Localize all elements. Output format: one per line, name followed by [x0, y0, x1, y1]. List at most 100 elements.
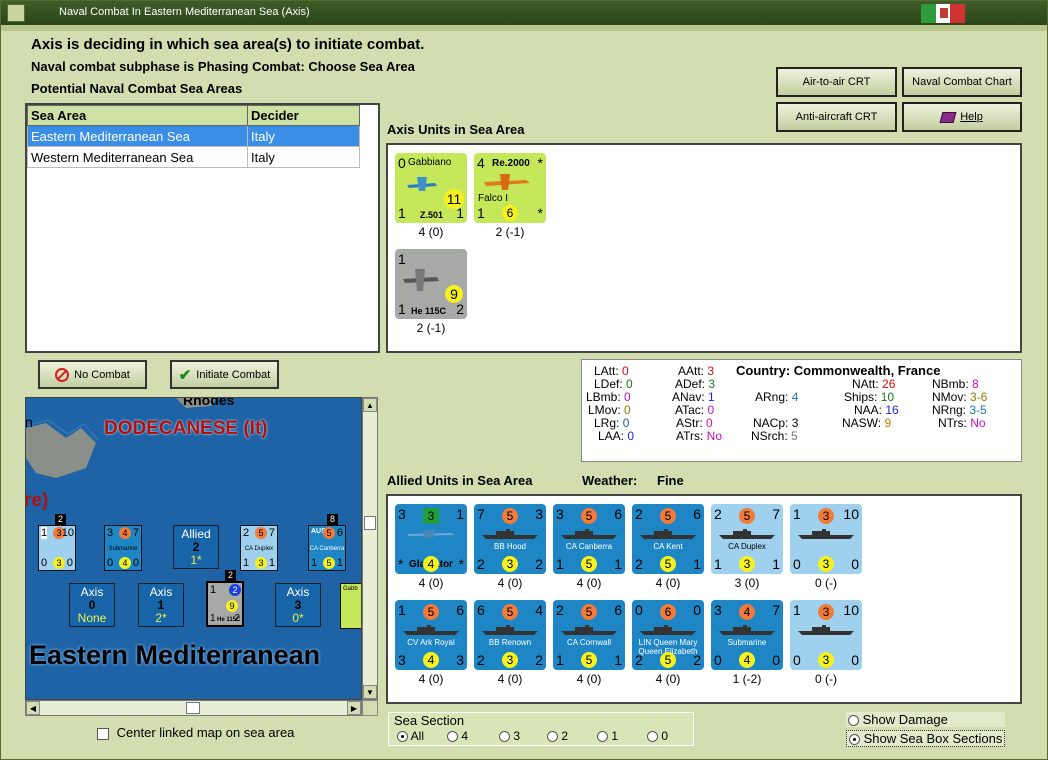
decider-cell[interactable]: Italy — [247, 146, 360, 168]
table-row[interactable]: Western Mediterranean Sea Italy — [27, 146, 360, 168]
map-unit-counter[interactable]: 1 2 9 1 He 115C 2 — [206, 581, 244, 627]
stat-ntrs: NTrs: No — [938, 416, 986, 430]
counter-value: 0 — [398, 155, 406, 171]
show-damage-option[interactable]: Show Damage — [846, 712, 1006, 727]
table-row[interactable]: Eastern Mediterranean Sea Italy — [27, 125, 360, 147]
attack-dot: 5 — [739, 508, 755, 524]
stat-label: NRng: — [932, 403, 967, 417]
sea-map[interactable]: Rhodes DODECANESE (It) n re) 1 3 10 0 3 … — [25, 397, 362, 700]
map-unit-counter[interactable]: 3 4 7 Submarine 0 4 0 — [104, 525, 142, 571]
stat-nrng: NRng: 3-5 — [932, 403, 987, 417]
allied-unit-counter[interactable]: 2 5 7 CA Duplex 1 3 1 — [711, 504, 783, 574]
axis-box-3[interactable]: Axis 3 0* — [275, 583, 321, 627]
map-unit-counter[interactable]: 1 3 10 0 3 0 — [38, 525, 76, 571]
defense-dot: 3 — [502, 556, 518, 572]
scroll-down-arrow[interactable]: ▼ — [363, 685, 377, 699]
help-button[interactable]: Help — [902, 102, 1022, 132]
naval-combat-chart-button[interactable]: Naval Combat Chart — [902, 67, 1022, 97]
allied-unit-counter[interactable]: 6 5 4 BB Renown 2 3 2 — [474, 600, 546, 670]
stat-label: LBmb: — [586, 390, 621, 404]
column-header-decider[interactable]: Decider — [247, 105, 360, 126]
counter-value: 1 — [268, 557, 275, 569]
center-linked-option[interactable]: Center linked map on sea area — [97, 725, 294, 740]
radio-button[interactable] — [848, 715, 859, 727]
radio-button[interactable] — [499, 731, 510, 743]
scroll-up-arrow[interactable]: ▲ — [363, 398, 377, 412]
map-vertical-scrollbar[interactable]: ▲ ▼ — [362, 397, 378, 700]
map-horizontal-scrollbar[interactable]: ◀ ▶ — [25, 700, 362, 716]
counter-value: 0 — [132, 557, 139, 569]
stat-nasw: NASW: 9 — [842, 416, 891, 430]
unit-name: CV Ark Royal — [407, 638, 455, 647]
allied-unit-counter[interactable]: 3 4 7 Submarine 0 4 0 — [711, 600, 783, 670]
scroll-thumb[interactable] — [364, 516, 376, 530]
decider-cell[interactable]: Italy — [247, 125, 360, 147]
attack-dot: 5 — [502, 604, 518, 620]
allied-unit-counter[interactable]: 331Gladiator*4* — [395, 504, 467, 574]
stat-value: 0 — [706, 416, 713, 430]
counter-value: 5 — [323, 557, 335, 569]
box-sub: None — [77, 611, 107, 625]
counter-value: 6 — [456, 602, 464, 618]
allied-unit-counter[interactable]: 1 3 10 0 3 0 — [790, 504, 862, 574]
counter-value: 7 — [268, 527, 275, 539]
anti-aircraft-crt-button[interactable]: Anti-aircraft CRT — [776, 102, 897, 132]
stat-value: 0 — [624, 390, 631, 404]
sea-section-option-3[interactable]: 3 — [499, 729, 520, 743]
stat-lrg: LRg: 0 — [594, 416, 629, 430]
center-linked-checkbox[interactable] — [97, 727, 109, 740]
no-combat-button[interactable]: No Combat — [38, 360, 147, 389]
sea-section-option-2[interactable]: 2 — [547, 729, 568, 743]
unit-subname: Falco I — [478, 193, 509, 204]
unit-subname: He 115C — [411, 306, 447, 316]
stat-adef: ADef: 3 — [675, 377, 715, 391]
stat-atrs: ATrs: No — [676, 429, 722, 443]
stat-value: 3 — [791, 416, 799, 430]
allied-unit-counter[interactable]: 1 5 6 CV Ark Royal 3 4 3 — [395, 600, 467, 670]
axis-unit-counter[interactable]: 1 2 9 1 He 115C 2 — [395, 249, 467, 319]
map-unit-counter[interactable]: AUS 5 6 CA Canberra 1 5 1 — [308, 525, 346, 571]
sea-section-option-all[interactable]: All — [397, 729, 424, 743]
sea-area-cell[interactable]: Western Mediterranean Sea — [27, 146, 248, 168]
allied-unit-counter[interactable]: 0 6 0 LIN Queen Mary Queen Elizabeth 2 5 2 — [632, 600, 704, 670]
counter-value: 5 — [323, 527, 335, 539]
sea-area-cell[interactable]: Eastern Mediterranean Sea — [27, 125, 248, 147]
counter-value: 4 — [119, 557, 131, 569]
sea-section-option-0[interactable]: 0 — [647, 729, 668, 743]
allied-unit-counter[interactable]: 1 3 10 0 3 0 — [790, 600, 862, 670]
scroll-thumb[interactable] — [186, 702, 200, 714]
radio-button[interactable] — [647, 731, 658, 743]
radio-button[interactable] — [447, 731, 458, 743]
scroll-left-arrow[interactable]: ◀ — [26, 701, 40, 715]
scroll-right-arrow[interactable]: ▶ — [347, 701, 361, 715]
radio-label: 3 — [513, 729, 521, 743]
axis-box-0[interactable]: Axis 0 None — [69, 583, 115, 627]
allied-unit-counter[interactable]: 2 5 6 CA Cornwall 1 5 1 — [553, 600, 625, 670]
air-to-air-crt-button[interactable]: Air-to-air CRT — [776, 67, 897, 97]
initiate-combat-button[interactable]: ✔ Initiate Combat — [170, 360, 279, 389]
allied-unit-counter[interactable]: 3 5 6 CA Canberra 1 5 1 — [553, 504, 625, 574]
stat-label: Ships: — [844, 390, 878, 404]
allied-unit-counter[interactable]: 7 5 3 BB Hood 2 3 2 — [474, 504, 546, 574]
axis-box-1[interactable]: Axis 1 2* — [138, 583, 184, 627]
allied-box[interactable]: Allied 2 1* — [173, 525, 219, 569]
show-sea-box-option[interactable]: Show Sea Box Sections — [846, 730, 1006, 747]
allied-unit-counter[interactable]: 2 5 6 CA Kent 2 5 1 — [632, 504, 704, 574]
sea-section-option-4[interactable]: 4 — [447, 729, 468, 743]
map-unit-counter[interactable]: Gabb — [340, 583, 361, 629]
sea-section-option-1[interactable]: 1 — [597, 729, 618, 743]
axis-unit-counter[interactable]: 4 Re.2000 * Falco I 1 6 * — [474, 153, 546, 223]
counter-value: 2 — [234, 613, 240, 624]
column-header-sea-area[interactable]: Sea Area — [27, 105, 248, 126]
warship-icon — [561, 625, 617, 635]
axis-unit-counter[interactable]: 0 Gabbiano 2 11 1 Z.501 1 — [395, 153, 467, 223]
counter-value: 1 — [243, 557, 250, 569]
radio-button[interactable] — [547, 731, 558, 743]
radio-button[interactable] — [849, 734, 860, 746]
sea-area-name: Eastern Mediterranean — [29, 640, 321, 670]
radio-button[interactable] — [397, 731, 408, 743]
counter-value: 1 — [398, 301, 406, 317]
map-unit-counter[interactable]: 2 5 7 CA Duplex 1 3 1 — [240, 525, 278, 571]
stat-aatt: AAtt: 3 — [678, 364, 714, 378]
radio-button[interactable] — [597, 731, 608, 743]
